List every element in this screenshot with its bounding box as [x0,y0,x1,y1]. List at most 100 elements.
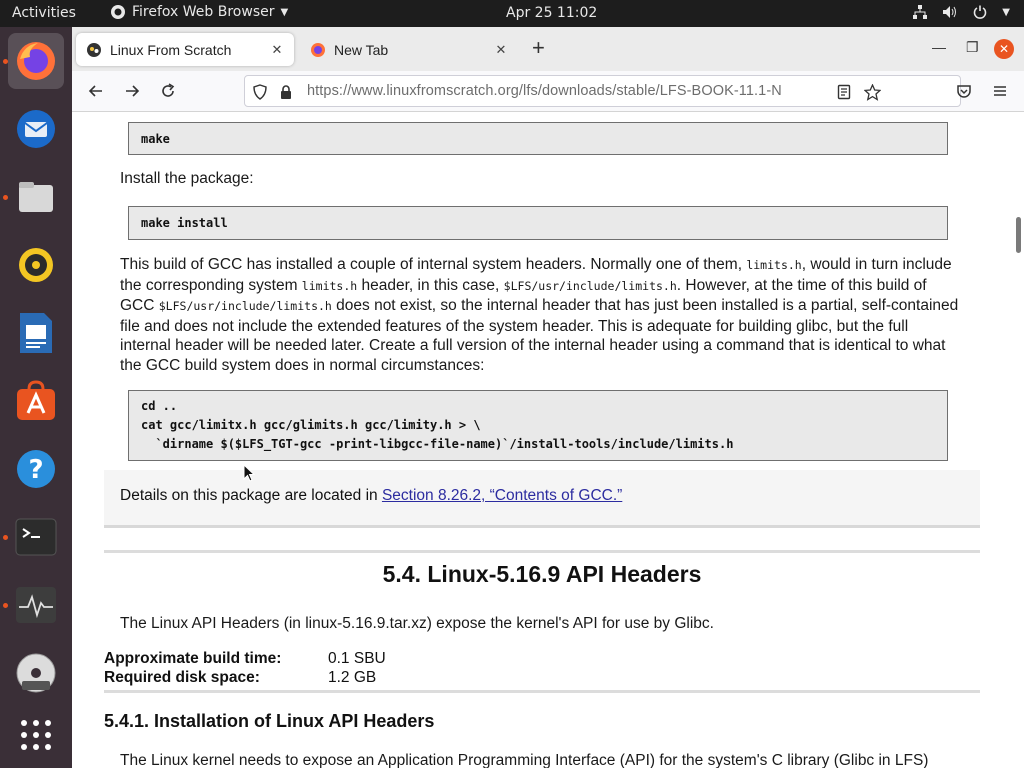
lock-icon[interactable] [277,83,295,101]
firefox-icon [111,5,125,19]
tab-title: New Tab [334,41,389,58]
chevron-down-icon: ▼ [280,6,289,18]
code-line: cd .. [141,399,178,413]
close-tab-icon[interactable]: ✕ [270,42,284,58]
app-menu[interactable]: Firefox Web Browser ▼ [110,4,288,20]
firefox-icon [17,42,55,80]
bookmark-star-icon[interactable] [863,83,881,101]
section-title: 5.4. Linux-5.16.9 API Headers [382,561,702,587]
maximize-icon[interactable]: ❐ [966,39,979,56]
page-content[interactable]: make Install the package: make install T… [72,112,1024,768]
details-text: Details on this package are located in [120,487,382,504]
url-path: /lfs/downloads/stable/LFS-BOOK-11.1-N [518,83,782,99]
close-tab-icon[interactable]: ✕ [494,42,508,58]
running-indicator [3,195,8,200]
section-divider [104,690,980,693]
gcc-headers-paragraph: This build of GCC has installed a couple… [120,255,960,375]
dock-thunderbird[interactable] [8,101,64,157]
dock-rhythmbox[interactable] [8,237,64,293]
build-time-value: 0.1 SBU [328,650,386,667]
app-menu-label: Firefox Web Browser [132,4,275,20]
details-box: Details on this package are located in S… [104,470,980,528]
inline-code: limits.h [301,278,358,293]
tab-title: Linux From Scratch [110,41,232,58]
dock-firefox[interactable] [8,33,64,89]
disk-space-value: 1.2 GB [328,669,377,686]
code-line: make [141,132,170,146]
reader-view-icon[interactable] [835,83,853,101]
details-note: Details on this package are located in S… [120,487,622,505]
dock-terminal[interactable] [8,509,64,565]
inline-code: $LFS/usr/include/limits.h [503,278,677,293]
folder-icon [19,182,53,212]
dock-software[interactable] [8,373,64,429]
disk-space-label: Required disk space: [104,669,260,686]
inline-code: $LFS/usr/include/limits.h [158,299,332,313]
dock-files[interactable] [8,169,64,225]
lfs-favicon-icon [87,42,101,57]
dock-help[interactable]: ? [8,441,64,497]
subsection-intro: The Linux kernel needs to expose an Appl… [120,752,929,768]
terminal-icon [15,518,57,556]
new-tab-button[interactable]: + [532,37,545,59]
section-divider [104,550,980,553]
grid-icon [21,720,51,750]
minimize-icon[interactable]: — [932,39,946,55]
running-indicator [3,603,8,608]
inline-code: limits.h [746,258,802,272]
network-icon [912,4,928,20]
code-line: make install [141,216,228,230]
music-icon [19,248,53,282]
volume-icon [942,4,958,20]
activities-button[interactable]: Activities [12,5,76,21]
forward-icon[interactable] [122,81,142,101]
disc-icon [16,653,56,693]
monitor-icon [16,587,56,623]
dock-writer[interactable] [8,305,64,361]
help-icon: ? [17,450,55,488]
url-host: https://www.linuxfromscratch.org [307,83,519,99]
back-icon[interactable] [86,81,106,101]
build-time-label: Approximate build time: [104,650,282,667]
para-text: This build of GCC has installed a couple… [120,256,747,273]
power-icon [972,4,988,20]
dock: ? [0,27,72,768]
para-text: header, in this case, [357,276,504,294]
code-line: `dirname $($LFS_TGT-gcc -print-libgcc-fi… [141,437,734,451]
svg-text:?: ? [28,455,43,485]
chevron-down-icon: ▼ [1002,6,1010,18]
hamburger-menu-icon[interactable] [990,81,1010,101]
running-indicator [3,535,8,540]
mail-icon [17,110,55,148]
store-icon [17,380,55,420]
code-block-limits[interactable]: cd .. cat gcc/limitx.h gcc/glimits.h gcc… [128,390,948,461]
pocket-icon[interactable] [954,81,974,101]
clock[interactable]: Apr 25 11:02 [506,5,597,21]
reload-icon[interactable] [158,81,178,101]
url-text: https://www.linuxfromscratch.org/lfs/dow… [307,83,827,99]
system-tray[interactable]: ▼ [912,4,1010,20]
contents-of-gcc-link[interactable]: Section 8.26.2, “Contents of GCC.” [382,487,622,504]
tab-linux-from-scratch[interactable]: Linux From Scratch ✕ [76,33,294,66]
shield-icon[interactable] [251,83,269,101]
dock-system-monitor[interactable] [8,577,64,633]
nav-bar: https://www.linuxfromscratch.org/lfs/dow… [72,71,1024,112]
code-block-make-install[interactable]: make install [128,206,948,240]
running-indicator [3,59,8,64]
code-block-make[interactable]: make [128,122,948,155]
dock-dvd[interactable] [8,645,64,701]
code-line: cat gcc/limitx.h gcc/glimits.h gcc/limit… [141,418,481,432]
url-bar[interactable]: https://www.linuxfromscratch.org/lfs/dow… [244,75,961,107]
document-icon [20,313,52,353]
scrollbar-thumb[interactable] [1016,217,1021,253]
section-intro: The Linux API Headers (in linux-5.16.9.t… [120,615,714,632]
close-window-icon[interactable]: ✕ [994,39,1014,59]
tab-new-tab[interactable]: New Tab ✕ [300,33,518,66]
mouse-cursor-icon [243,464,255,482]
subsection-title: 5.4.1. Installation of Linux API Headers [104,711,435,731]
firefox-icon [311,42,325,57]
tab-strip: Linux From Scratch ✕ New Tab ✕ + — ❐ ✕ [72,27,1024,71]
install-label: Install the package: [120,170,254,187]
dock-app-grid[interactable] [8,707,64,763]
top-bar: Activities Firefox Web Browser ▼ Apr 25 … [0,0,1024,27]
